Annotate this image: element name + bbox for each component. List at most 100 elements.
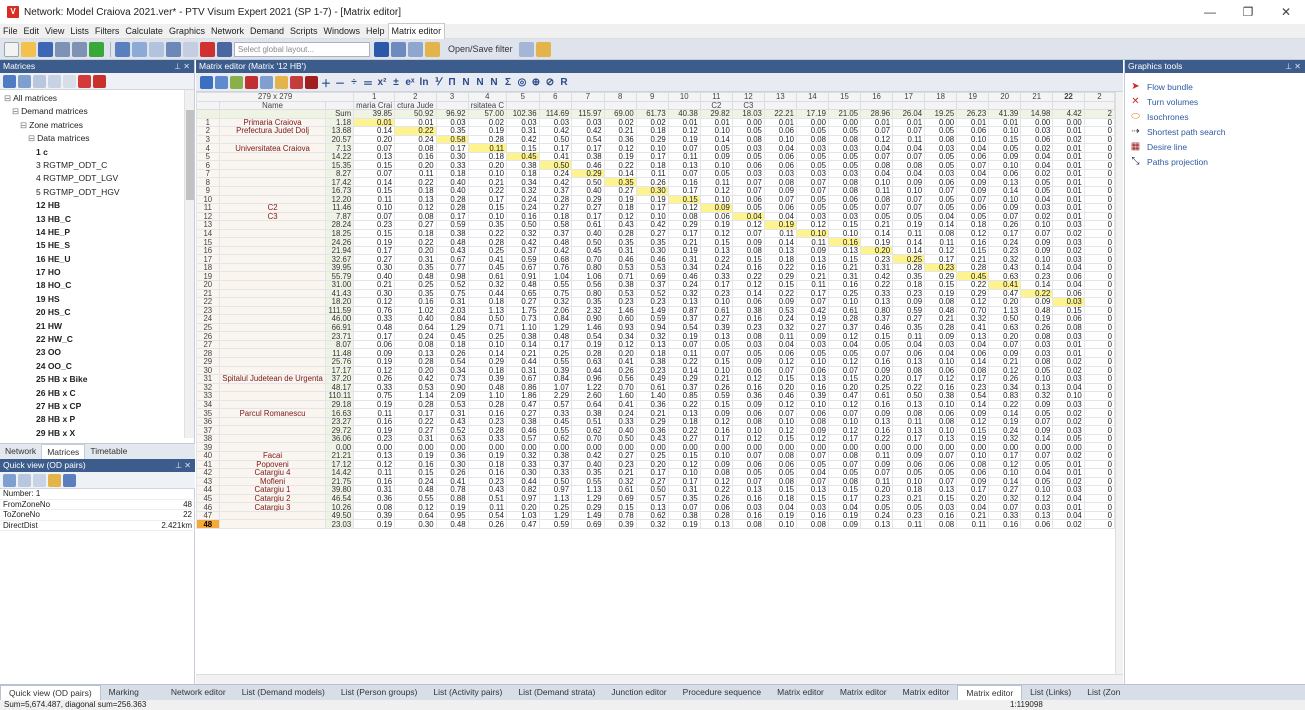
matrix-cell[interactable]: 0.29 xyxy=(667,220,701,230)
matrix-cell[interactable]: 0.70 xyxy=(571,433,605,444)
row-number[interactable]: 37 xyxy=(196,425,220,435)
matrix-cell[interactable]: 0.08 xyxy=(763,476,797,487)
matrix-cell[interactable]: 0.10 xyxy=(924,399,958,410)
matrix-cell[interactable]: 0.09 xyxy=(699,151,733,162)
matrix-cell[interactable]: 0.25 xyxy=(538,502,573,512)
matrix-cell[interactable]: 0.73 xyxy=(435,374,469,384)
matrix-cell[interactable]: 0.06 xyxy=(924,365,958,376)
matrix-cell[interactable]: 0.02 xyxy=(1052,408,1085,418)
matrix-cell[interactable]: 0.18 xyxy=(956,220,990,230)
row-name[interactable] xyxy=(218,194,327,205)
row-name[interactable]: Spitalul Judetean de Urgenta xyxy=(218,374,327,384)
matrix-cell[interactable]: 0.33 xyxy=(467,433,507,444)
matrix-cell[interactable]: 0.02 xyxy=(1020,143,1054,153)
matrix-cell[interactable]: 0.14 xyxy=(860,228,894,239)
matrix-operation-icon-1[interactable]: － xyxy=(334,75,346,90)
matrix-cell[interactable]: 0.09 xyxy=(924,331,958,341)
row-number[interactable]: 30 xyxy=(196,365,220,376)
matrix-cell[interactable]: 0.19 xyxy=(571,339,605,350)
matrix-cell[interactable]: 0.08 xyxy=(394,339,437,350)
document-tab[interactable]: Matrix editor xyxy=(769,685,832,700)
quickview-tool-icon[interactable] xyxy=(3,473,16,487)
matrix-cell[interactable]: 0.00 xyxy=(571,442,605,452)
matrix-cell[interactable]: 0.55 xyxy=(571,476,605,487)
matrix-cell[interactable]: 0.28 xyxy=(467,399,507,410)
matrix-cell[interactable]: 0.10 xyxy=(1052,391,1085,401)
row-name[interactable] xyxy=(218,425,327,435)
row-name[interactable] xyxy=(218,186,327,196)
matrix-cell[interactable]: 0.03 xyxy=(571,117,605,128)
matrix-cell[interactable]: 0.27 xyxy=(394,425,437,435)
tree-node[interactable]: 21 HW xyxy=(0,320,194,333)
matrix-cell[interactable]: 1.29 xyxy=(435,322,469,333)
row-number[interactable]: 14 xyxy=(196,228,220,239)
matrix-cell[interactable]: 0.05 xyxy=(860,502,894,512)
matrix-cell[interactable]: 0.01 xyxy=(1052,168,1085,179)
matrix-operation-icon-15[interactable]: ⊕ xyxy=(530,77,542,88)
matrix-cell[interactable]: 0.22 xyxy=(603,160,637,170)
matrix-cell[interactable]: 0.22 xyxy=(699,254,733,264)
matrix-cell[interactable]: 0.22 xyxy=(860,280,894,290)
matrix-cell[interactable]: 0.09 xyxy=(1020,425,1054,435)
matrix-cell[interactable]: 0.08 xyxy=(924,519,958,529)
matrix-cell[interactable]: 0.04 xyxy=(763,143,797,153)
matrix-cell[interactable]: 0.07 xyxy=(795,476,829,487)
matrix-cell[interactable]: 0.33 xyxy=(538,408,573,418)
matrix-cell[interactable]: 0.05 xyxy=(827,160,862,170)
matrix-cell[interactable]: 0.48 xyxy=(505,280,540,290)
matrix-cell[interactable]: 0.17 xyxy=(795,288,829,299)
matrix-cell[interactable]: 0 xyxy=(1083,485,1115,495)
matrix-cell[interactable]: 0.24 xyxy=(394,476,437,487)
matrix-cell[interactable]: 0.07 xyxy=(1020,228,1054,239)
row-number[interactable]: 27 xyxy=(196,339,220,350)
matrix-cell[interactable]: 0.63 xyxy=(571,356,605,367)
matrix-cell[interactable]: 0.01 xyxy=(394,117,437,128)
matrix-cell[interactable]: 0.17 xyxy=(435,211,469,222)
matrix-cell[interactable]: 0.08 xyxy=(892,365,926,376)
matrix-cell[interactable]: 0.15 xyxy=(667,194,701,205)
matrix-cell[interactable]: 0.09 xyxy=(1020,245,1054,256)
matrix-cell[interactable]: 0.12 xyxy=(353,365,396,376)
row-number[interactable]: 28 xyxy=(196,348,220,358)
matrix-cell[interactable]: 0.16 xyxy=(827,280,862,290)
matrix-cell[interactable]: 0.15 xyxy=(763,485,797,495)
col-name-header[interactable]: C2 xyxy=(699,100,733,111)
matrix-cell[interactable]: 0.04 xyxy=(892,143,926,153)
row-number[interactable]: 2 xyxy=(196,126,220,136)
matrix-cell[interactable]: 0.10 xyxy=(1020,254,1054,264)
matrix-cell[interactable]: 0.28 xyxy=(467,134,507,145)
matrix-cell[interactable]: 0.04 xyxy=(956,339,990,350)
matrix-cell[interactable]: 0.17 xyxy=(353,331,396,341)
matrix-cell[interactable]: 2.06 xyxy=(538,305,573,316)
matrix-cell[interactable]: 1.13 xyxy=(988,305,1022,316)
minimize-button[interactable]: — xyxy=(1191,0,1229,24)
row-number[interactable]: 39 xyxy=(196,442,220,452)
matrix-cell[interactable]: 0.10 xyxy=(763,519,797,529)
matrix-cell[interactable]: 0.16 xyxy=(353,476,396,487)
matrix-cell[interactable]: 0.38 xyxy=(571,151,605,162)
matrix-cell[interactable]: 0.04 xyxy=(1020,151,1054,162)
matrix-cell[interactable]: 0.03 xyxy=(827,168,862,179)
matrix-cell[interactable]: 0.09 xyxy=(731,237,765,247)
matrix-cell[interactable]: 0.21 xyxy=(956,510,990,521)
matrix-cell[interactable]: 0.42 xyxy=(635,220,669,230)
matrix-cell[interactable]: 0.08 xyxy=(1020,356,1054,367)
row-name[interactable] xyxy=(218,305,327,316)
matrix-cell[interactable]: 0.70 xyxy=(571,254,605,264)
matrix-cell[interactable]: 0.38 xyxy=(538,450,573,461)
matrix-cell[interactable]: 0.45 xyxy=(435,331,469,341)
matrix-cell[interactable]: 0.01 xyxy=(763,117,797,128)
matrix-cell[interactable]: 0.23 xyxy=(892,510,926,521)
collapse-icon[interactable]: ⊟ xyxy=(28,133,35,143)
matrix-cell[interactable]: 0.12 xyxy=(795,220,829,230)
matrix-cell[interactable]: 0.43 xyxy=(988,262,1022,273)
matrix-cell[interactable]: 0.08 xyxy=(795,519,829,529)
matrix-cell[interactable]: 0.15 xyxy=(603,502,637,512)
quickview-tool2-icon[interactable] xyxy=(18,473,31,487)
collapse-icon[interactable]: ⊟ xyxy=(4,93,11,103)
matrix-cell[interactable]: 0.12 xyxy=(763,399,797,410)
matrix-cell[interactable]: 0.11 xyxy=(892,331,926,341)
matrix-cell[interactable]: 0 xyxy=(1083,143,1115,153)
matrix-cell[interactable]: 0.13 xyxy=(667,408,701,418)
matrix-cell[interactable]: 0.05 xyxy=(731,348,765,358)
